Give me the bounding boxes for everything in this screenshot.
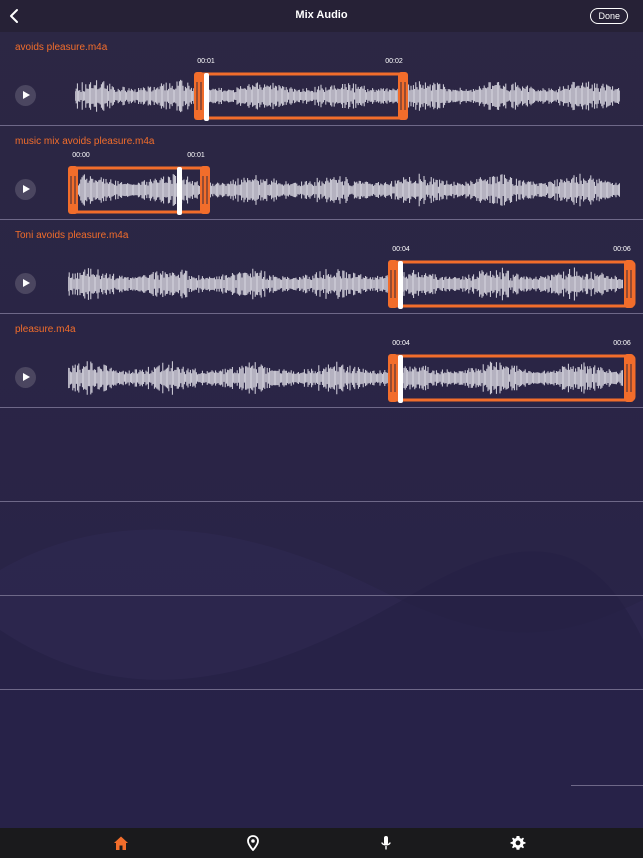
gear-icon[interactable] [510,835,526,851]
play-button[interactable] [15,367,36,388]
audio-track: music mix avoids pleasure.m4a 00:00 00:0… [0,126,643,220]
play-button[interactable] [15,273,36,294]
end-time-label: 00:06 [613,246,631,253]
track-name: Toni avoids pleasure.m4a [15,230,129,241]
end-time-label: 00:06 [613,340,631,347]
trim-selection[interactable] [194,72,408,122]
audio-track: avoids pleasure.m4a 00:01 00:02 [0,32,643,126]
end-time-label: 00:01 [187,152,205,159]
microphone-icon[interactable] [378,835,394,851]
playhead[interactable] [398,355,403,403]
track-name: music mix avoids pleasure.m4a [15,136,155,147]
playhead[interactable] [398,261,403,309]
home-icon[interactable] [113,835,129,851]
trim-selection[interactable] [68,166,210,216]
start-time-label: 00:04 [392,340,410,347]
start-time-label: 00:01 [197,58,215,65]
divider [0,595,643,596]
end-time-label: 00:02 [385,58,403,65]
divider [571,785,643,786]
trim-selection[interactable] [388,354,636,404]
playhead[interactable] [177,167,182,215]
divider [0,407,643,408]
tab-bar [0,828,643,858]
play-button[interactable] [15,85,36,106]
background-waves [0,529,643,830]
track-name: avoids pleasure.m4a [15,42,108,53]
divider [0,501,643,502]
page-title: Mix Audio [295,9,348,21]
play-button[interactable] [15,179,36,200]
top-bar: Mix Audio Done [0,0,643,32]
done-button[interactable]: Done [590,8,628,24]
audio-track: Toni avoids pleasure.m4a 00:04 00:06 [0,220,643,314]
track-name: pleasure.m4a [15,324,76,335]
audio-track: pleasure.m4a 00:04 00:06 [0,314,643,408]
trim-selection[interactable] [388,260,636,310]
divider [0,689,643,690]
playhead[interactable] [204,73,209,121]
start-time-label: 00:00 [72,152,90,159]
start-time-label: 00:04 [392,246,410,253]
location-pin-icon[interactable] [245,835,261,851]
